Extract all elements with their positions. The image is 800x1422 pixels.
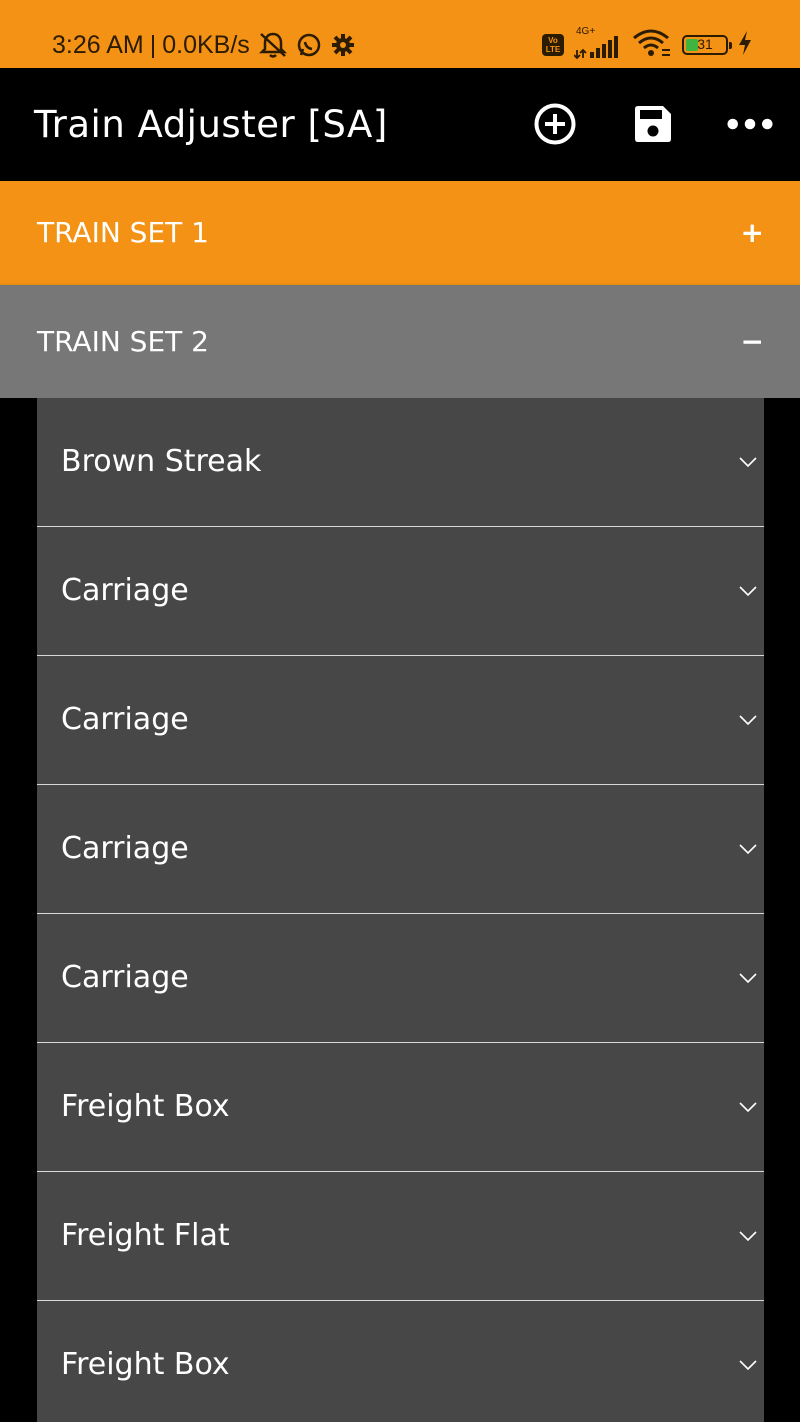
status-left: 3:26 AM | 0.0KB/s bbox=[52, 28, 356, 62]
chevron-down-icon bbox=[739, 1231, 757, 1242]
battery-icon: 31 bbox=[682, 35, 732, 55]
car-list-item[interactable]: Carriage bbox=[37, 914, 764, 1043]
charging-bolt-icon bbox=[738, 31, 752, 59]
train-set-2-header[interactable]: TRAIN SET 2 − bbox=[0, 285, 800, 398]
car-list-item[interactable]: Freight Box bbox=[37, 1301, 764, 1422]
chevron-down-icon bbox=[739, 973, 757, 984]
status-bar: 3:26 AM | 0.0KB/s Vo LTE 4G+ 31 bbox=[0, 0, 800, 68]
volte-icon: Vo LTE bbox=[542, 34, 564, 56]
battery-level: 31 bbox=[697, 36, 713, 52]
car-name: Carriage bbox=[61, 702, 189, 737]
car-name: Carriage bbox=[61, 831, 189, 866]
status-separator: | bbox=[149, 30, 157, 59]
chevron-down-icon bbox=[739, 457, 757, 468]
wifi-icon bbox=[632, 28, 672, 62]
save-button[interactable] bbox=[629, 100, 677, 148]
train-set-1-header[interactable]: TRAIN SET 1 + bbox=[0, 181, 800, 285]
signal-icon: 4G+ bbox=[574, 26, 622, 60]
car-name: Freight Box bbox=[61, 1347, 230, 1382]
chevron-down-icon bbox=[739, 586, 757, 597]
status-network-speed: 0.0KB/s bbox=[162, 30, 250, 59]
app-title: Train Adjuster [SA] bbox=[34, 103, 388, 146]
car-name: Brown Streak bbox=[61, 444, 262, 479]
chevron-down-icon bbox=[739, 844, 757, 855]
car-name: Carriage bbox=[61, 573, 189, 608]
train-set-2-car-list: Brown Streak Carriage Carriage Carriage … bbox=[37, 398, 764, 1422]
expand-icon[interactable]: + bbox=[741, 181, 764, 285]
volte-top-label: Vo bbox=[548, 36, 558, 45]
car-name: Carriage bbox=[61, 960, 189, 995]
settings-gear-icon bbox=[330, 32, 356, 58]
car-name: Freight Box bbox=[61, 1089, 230, 1124]
add-train-button[interactable] bbox=[531, 100, 579, 148]
car-list-item[interactable]: Brown Streak bbox=[37, 398, 764, 527]
car-name: Freight Flat bbox=[61, 1218, 230, 1253]
train-set-1-label: TRAIN SET 1 bbox=[37, 216, 209, 249]
save-icon bbox=[635, 106, 671, 142]
car-list-item[interactable]: Carriage bbox=[37, 527, 764, 656]
chevron-down-icon bbox=[739, 1102, 757, 1113]
car-list-item[interactable]: Carriage bbox=[37, 785, 764, 914]
mute-notifications-icon bbox=[258, 31, 288, 59]
chevron-down-icon bbox=[739, 1360, 757, 1371]
app-bar: Train Adjuster [SA] bbox=[0, 68, 800, 181]
more-options-button[interactable] bbox=[726, 100, 774, 148]
status-right: Vo LTE 4G+ 31 bbox=[542, 26, 752, 62]
more-options-icon bbox=[727, 118, 773, 130]
add-circle-icon bbox=[534, 103, 576, 145]
car-list-item[interactable]: Carriage bbox=[37, 656, 764, 785]
volte-bottom-label: LTE bbox=[545, 45, 561, 54]
status-time: 3:26 AM bbox=[52, 30, 144, 59]
car-list-item[interactable]: Freight Box bbox=[37, 1043, 764, 1172]
train-set-2-label: TRAIN SET 2 bbox=[37, 325, 209, 358]
whatsapp-icon bbox=[296, 32, 322, 58]
collapse-icon[interactable]: − bbox=[741, 285, 764, 398]
chevron-down-icon bbox=[739, 715, 757, 726]
car-list-item[interactable]: Freight Flat bbox=[37, 1172, 764, 1301]
